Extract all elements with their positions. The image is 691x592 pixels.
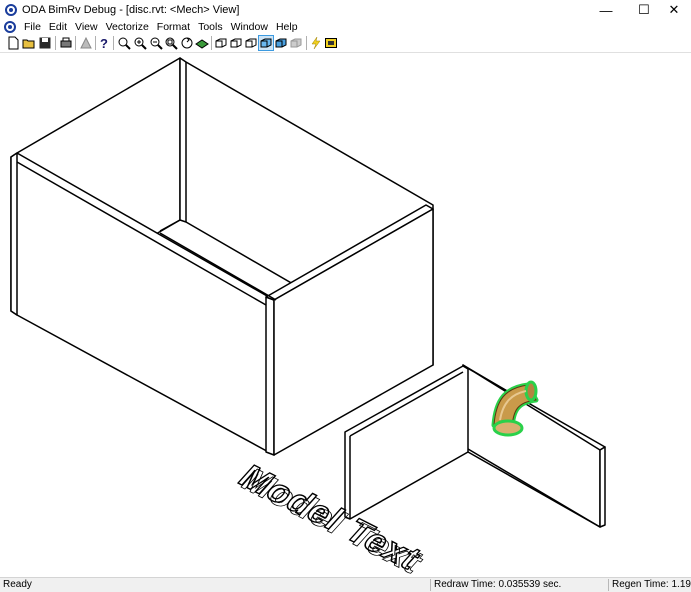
toolbar-separator [95, 36, 96, 50]
view-4-icon[interactable] [258, 35, 274, 51]
minimize-button[interactable]: — [589, 0, 623, 20]
room-walls [10, 57, 434, 456]
maximize-button[interactable]: ☐ [627, 0, 661, 20]
menu-file[interactable]: File [20, 20, 45, 34]
image-icon[interactable] [324, 36, 338, 50]
menu-format[interactable]: Format [153, 20, 194, 34]
help-icon[interactable]: ? [97, 36, 111, 50]
print-icon[interactable] [59, 36, 73, 50]
menu-view[interactable]: View [71, 20, 102, 34]
close-button[interactable]: ✕ [657, 0, 691, 20]
window-title: ODA BimRv Debug - [disc.rvt: <Mech> View… [22, 4, 240, 16]
view-1-icon[interactable] [214, 36, 228, 50]
oda-app-icon [5, 4, 17, 16]
view-3-icon[interactable] [244, 36, 258, 50]
toolbar-separator [113, 36, 114, 50]
status-separator [608, 579, 609, 591]
status-regen-time: Regen Time: 1.1938 [612, 579, 691, 590]
minimize-icon: — [599, 2, 613, 18]
toolbar: ? [0, 34, 691, 53]
zoom-window-icon[interactable] [117, 36, 131, 50]
save-icon[interactable] [38, 36, 52, 50]
orbit-icon[interactable] [180, 36, 194, 50]
status-redraw-time: Redraw Time: 0.035539 sec. [434, 579, 562, 590]
title-bar: ODA BimRv Debug - [disc.rvt: <Mech> View… [0, 0, 691, 20]
new-icon[interactable] [6, 36, 20, 50]
close-icon: ✕ [668, 2, 680, 17]
status-ready: Ready [3, 579, 32, 590]
menu-window[interactable]: Window [227, 20, 272, 34]
view-6-icon[interactable] [289, 36, 303, 50]
toolbar-separator [306, 36, 307, 50]
menu-bar: File Edit View Vectorize Format Tools Wi… [0, 20, 691, 34]
render-icon[interactable] [195, 36, 209, 50]
menu-edit[interactable]: Edit [45, 20, 71, 34]
open-icon[interactable] [22, 36, 36, 50]
model-view: Model Text Model Text [10, 57, 606, 581]
zoom-out-icon[interactable] [149, 36, 163, 50]
status-bar: Ready Redraw Time: 0.035539 sec. Regen T… [0, 577, 691, 592]
print-preview-icon[interactable] [79, 36, 93, 50]
drawing-viewport[interactable]: Model Text Model Text [0, 53, 691, 581]
toolbar-separator [211, 36, 212, 50]
zoom-in-icon[interactable] [133, 36, 147, 50]
menu-help[interactable]: Help [272, 20, 302, 34]
toolbar-separator [75, 36, 76, 50]
zoom-extents-icon[interactable] [164, 36, 178, 50]
status-separator [430, 579, 431, 591]
toolbar-separator [55, 36, 56, 50]
small-wall-right-end [599, 446, 606, 528]
front-wall-end [265, 296, 275, 456]
menu-tools[interactable]: Tools [194, 20, 227, 34]
document-system-icon[interactable] [4, 21, 16, 33]
lightning-icon[interactable] [309, 36, 323, 50]
svg-text:?: ? [100, 36, 108, 50]
view-2-icon[interactable] [229, 36, 243, 50]
menu-vectorize[interactable]: Vectorize [102, 20, 153, 34]
view-5-icon[interactable] [274, 36, 288, 50]
maximize-icon: ☐ [638, 2, 650, 17]
